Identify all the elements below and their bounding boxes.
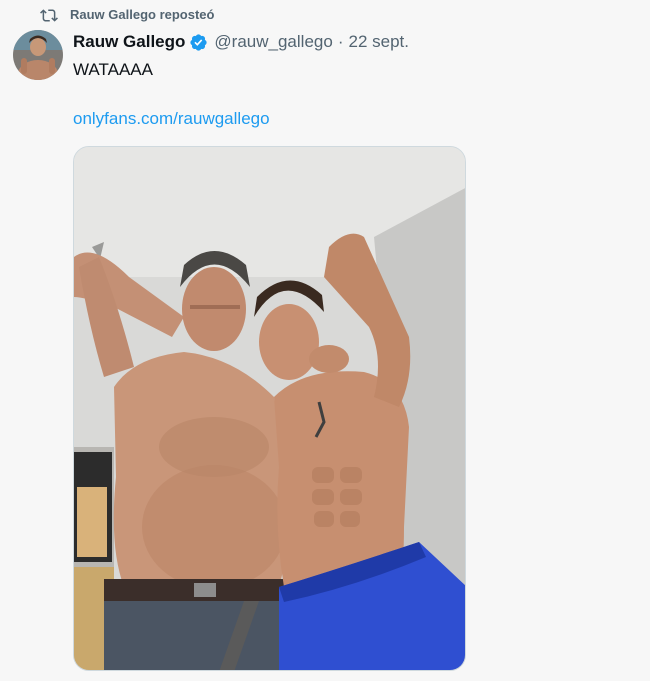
tweet-text: WATAAAA [73,60,153,79]
verified-badge-icon[interactable] [189,33,208,52]
tweet[interactable]: Rauw Gallego reposteó Rauw Gallego @rauw… [0,0,650,681]
repost-icon [40,6,58,22]
avatar[interactable] [13,30,63,80]
repost-indicator[interactable]: Rauw Gallego reposteó [40,3,214,25]
separator-dot: · [337,32,344,51]
tweet-link[interactable]: onlyfans.com/rauwgallego [73,108,270,130]
display-name[interactable]: Rauw Gallego [73,32,185,52]
timestamp[interactable]: 22 sept. [348,32,409,52]
repost-label: Rauw Gallego reposteó [70,6,215,22]
handle[interactable]: @rauw_gallego [214,32,332,52]
tweet-header: Rauw Gallego @rauw_gallego · 22 sept. [73,31,409,53]
tweet-photo[interactable] [73,146,466,671]
